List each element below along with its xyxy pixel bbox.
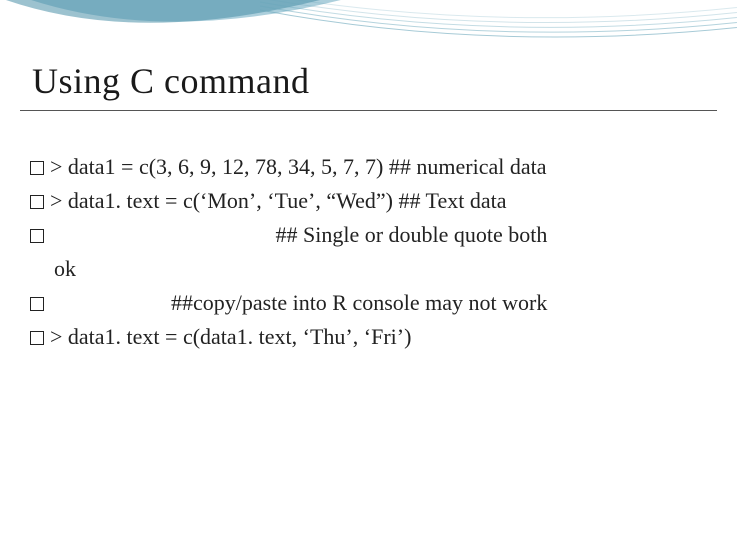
body-line: > data1. text = c(data1. text, ‘Thu’, ‘F… [50,324,411,349]
slide-title: Using C command [32,60,309,102]
bullet-icon [30,229,44,243]
slide-body: > data1 = c(3, 6, 9, 12, 78, 34, 5, 7, 7… [30,150,697,355]
body-line: > data1 = c(3, 6, 9, 12, 78, 34, 5, 7, 7… [50,154,546,179]
bullet-icon [30,161,44,175]
body-line: ## Single or double quote both [50,222,547,247]
title-underline [20,110,717,111]
body-line: ##copy/paste into R console may not work [50,290,547,315]
bullet-icon [30,297,44,311]
body-line: > data1. text = c(‘Mon’, ‘Tue’, “Wed”) #… [50,188,506,213]
bullet-icon [30,195,44,209]
body-line-continuation: ok [30,252,697,286]
bullet-icon [30,331,44,345]
